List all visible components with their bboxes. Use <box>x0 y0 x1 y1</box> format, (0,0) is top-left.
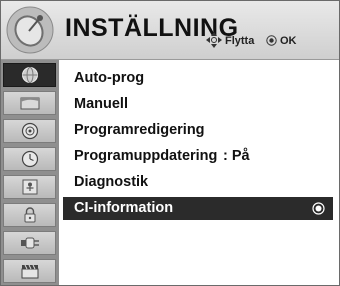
menu-item-label: Diagnostik <box>74 174 149 190</box>
input-plug-icon <box>21 237 39 249</box>
satellite-dish-icon <box>6 6 54 54</box>
category-sidebar <box>1 60 59 285</box>
padlock-icon <box>24 207 36 223</box>
menu-item-program-update[interactable]: Programuppdatering : På <box>63 145 333 168</box>
menu-item-diagnostics[interactable]: Diagnostik <box>63 171 333 194</box>
menu-item-auto-prog[interactable]: Auto-prog <box>63 67 333 90</box>
ok-hint-label: OK <box>280 35 297 47</box>
parental-lock-icon <box>22 179 38 195</box>
sidebar-item-sound[interactable] <box>3 119 56 143</box>
program-update-value: : På <box>223 148 250 164</box>
sidebar-item-security[interactable] <box>3 203 56 227</box>
globe-icon <box>22 67 38 83</box>
sidebar-item-media[interactable] <box>3 259 56 283</box>
sidebar-item-input[interactable] <box>3 231 56 255</box>
clapperboard-icon <box>21 264 39 279</box>
sidebar-item-picture[interactable] <box>3 91 56 115</box>
menu-item-program-edit[interactable]: Programredigering <box>63 119 333 142</box>
move-hint-label: Flytta <box>225 35 255 47</box>
sidebar-item-time[interactable] <box>3 147 56 171</box>
clock-icon <box>21 150 39 168</box>
menu-item-ci-information[interactable]: CI-information <box>63 197 333 220</box>
picture-icon <box>20 97 40 110</box>
sidebar-item-setup[interactable] <box>3 63 56 87</box>
menu-item-label: Auto-prog <box>74 70 145 86</box>
setup-menu-window: INSTÄLLNING Flytta OK Auto-prog Manuell … <box>0 0 340 286</box>
ok-button-icon <box>266 35 277 46</box>
menu-item-label: CI-information <box>74 200 174 216</box>
menu-item-manual[interactable]: Manuell <box>63 93 333 116</box>
move-arrows-icon <box>206 32 222 48</box>
menu-item-label: Programredigering <box>74 122 205 138</box>
menu-header: INSTÄLLNING Flytta OK <box>1 1 339 60</box>
speaker-icon <box>21 122 39 140</box>
menu-item-label: Manuell <box>74 96 128 112</box>
menu-item-label: Programuppdatering <box>74 148 218 164</box>
select-radio-icon <box>312 202 325 215</box>
sidebar-item-lock[interactable] <box>3 175 56 199</box>
